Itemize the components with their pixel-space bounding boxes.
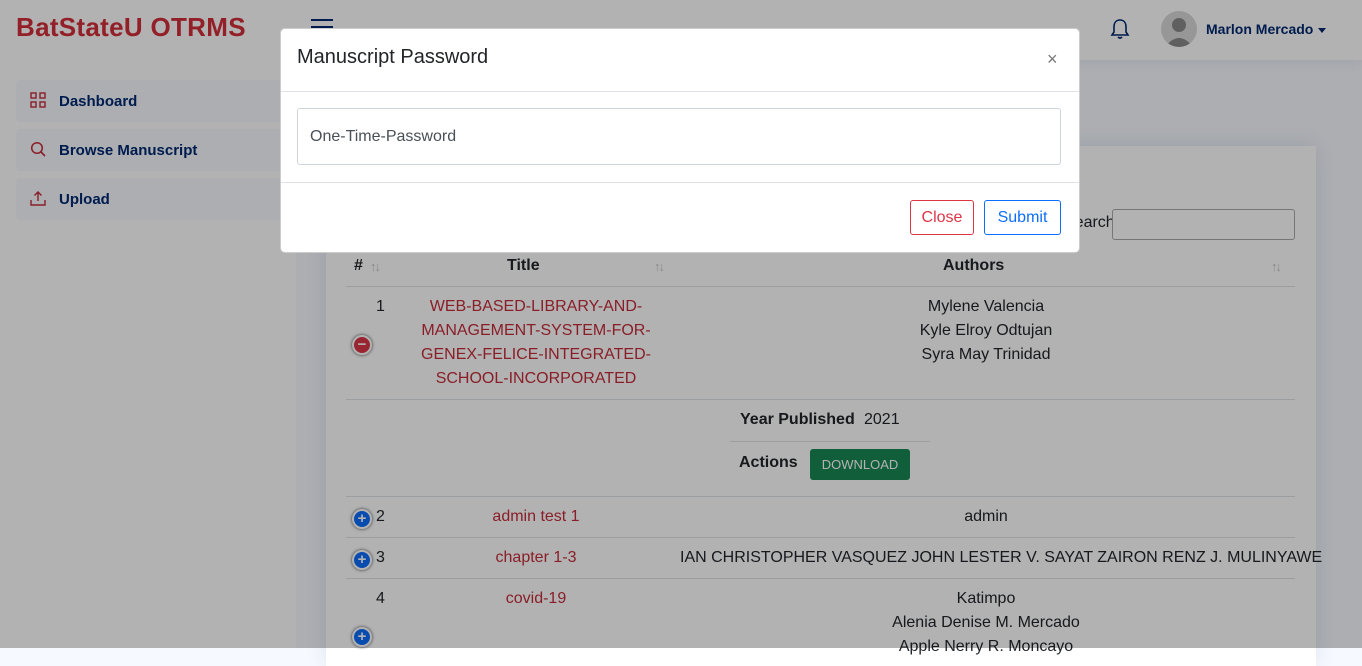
modal-title: Manuscript Password [297,46,489,68]
close-button[interactable]: Close [910,200,974,235]
submit-button[interactable]: Submit [984,200,1061,235]
close-icon[interactable]: × [1047,49,1058,70]
otp-password-input[interactable] [297,108,1061,165]
divider [281,91,1079,92]
divider [281,182,1079,183]
manuscript-password-modal: Manuscript Password × Close Submit [280,28,1080,253]
